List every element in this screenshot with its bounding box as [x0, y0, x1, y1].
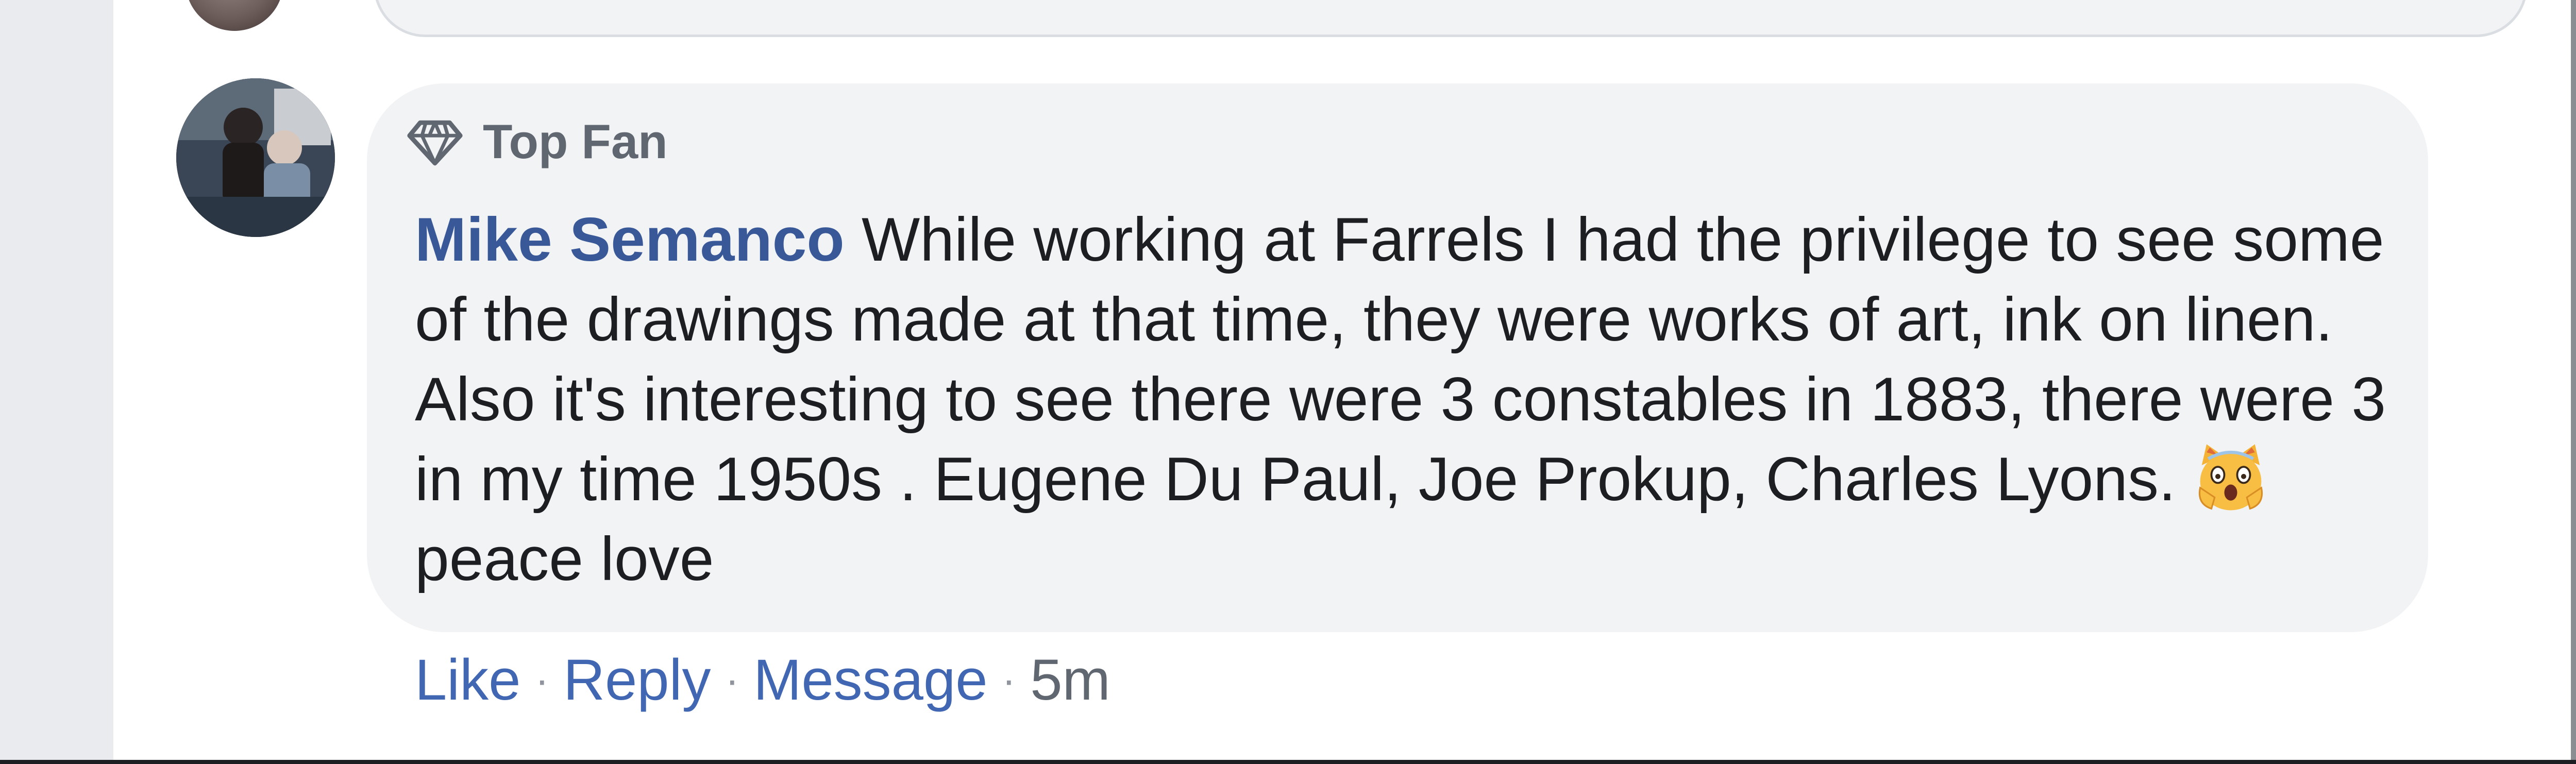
- left-gutter: [0, 0, 113, 764]
- avatar[interactable]: [176, 78, 335, 237]
- window-edge: [2571, 0, 2576, 764]
- face-screaming-in-fear-icon: [2199, 444, 2263, 511]
- reply-button[interactable]: Reply: [563, 641, 711, 719]
- avatar-photo: [176, 78, 335, 237]
- previous-comment-avatar[interactable]: [186, 0, 283, 31]
- like-button[interactable]: Like: [415, 641, 520, 719]
- diamond-icon: [407, 120, 463, 166]
- comment-text-end: peace love: [415, 524, 714, 593]
- separator: ·: [725, 657, 739, 703]
- comment-thread: Top Fan Mike Semanco While working at Fa…: [0, 0, 2576, 764]
- separator: ·: [535, 657, 549, 703]
- comment-body: Mike Semanco While working at Farrels I …: [415, 200, 2419, 599]
- top-fan-badge[interactable]: Top Fan: [405, 111, 668, 173]
- badge-label: Top Fan: [483, 114, 668, 168]
- author-name[interactable]: Mike Semanco: [415, 205, 845, 274]
- comment-timestamp[interactable]: 5m: [1030, 641, 1110, 719]
- separator: ·: [1002, 657, 1016, 703]
- previous-comment-bubble: [374, 0, 2528, 37]
- window-bottom-edge: [0, 760, 2576, 764]
- comment-actions: Like · Reply · Message · 5m: [415, 641, 1110, 719]
- message-button[interactable]: Message: [753, 641, 987, 719]
